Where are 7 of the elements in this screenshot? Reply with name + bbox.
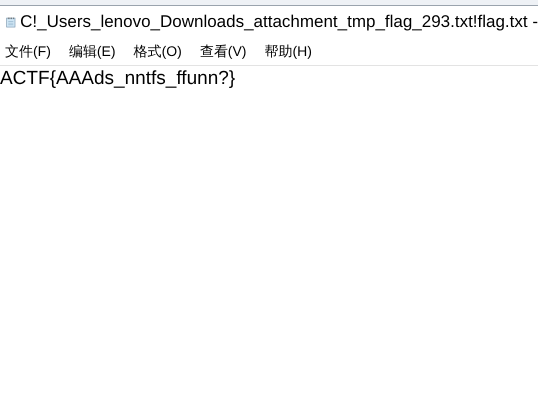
menu-item[interactable]: 帮助(H) [261,41,315,62]
menu-item[interactable]: 格式(O) [130,41,185,62]
menu-item[interactable]: 编辑(E) [66,41,119,62]
menu-item[interactable]: 文件(F) [2,41,54,62]
document-text: ACTF{AAAds_nntfs_ffunn?} [0,67,236,91]
window-title: C!_Users_lenovo_Downloads_attachment_tmp_flag_293.txt!flag.txt - [20,11,538,34]
menu-item[interactable]: 查看(V) [196,41,250,62]
